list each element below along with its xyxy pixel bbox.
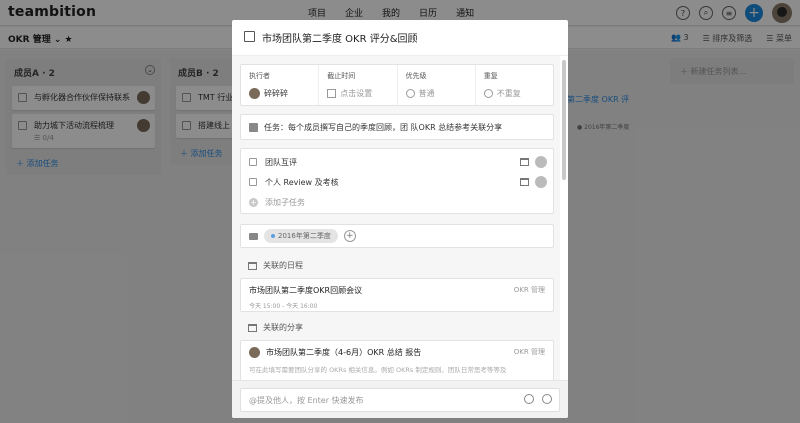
linked-event-card[interactable]: 市场团队第二季度OKR回顾会议 今天 15:00 - 今天 16:00 OKR … — [240, 278, 554, 312]
task-detail-modal: 市场团队第二季度 OKR 评分&回顾 执行者 碎碎碎 截止时间 点击设置 优先级… — [232, 20, 568, 418]
linked-share-card[interactable]: 市场团队第二季度（4-6月）OKR 总结 报告 可在此填写需要团队分享的 OKR… — [240, 340, 554, 380]
calendar-icon[interactable] — [520, 178, 529, 186]
priority-field[interactable]: 优先级 普通 — [398, 65, 476, 105]
calendar-icon[interactable] — [520, 158, 529, 166]
emoji-icon[interactable] — [542, 394, 552, 404]
linked-events-header: 关联的日程 — [248, 260, 303, 271]
share-snippet: 可在此填写需要团队分享的 OKRs 相关信息。例如 OKRs 制定规则、团队日常… — [249, 366, 507, 374]
tag-icon — [249, 232, 258, 240]
assignee-avatar[interactable] — [535, 156, 547, 168]
comment-input[interactable]: @提及他人，按 Enter 快速发布 — [240, 388, 560, 412]
subtask-checkbox[interactable] — [249, 178, 257, 186]
executor-label: 执行者 — [249, 72, 270, 80]
task-description[interactable]: 任务：每个成员撰写自己的季度回顾，团 队OKR 总结参考关联分享 — [240, 114, 554, 140]
share-source: OKR 管理 — [513, 348, 545, 356]
subtask-checkbox[interactable] — [249, 158, 257, 166]
share-title: 市场团队第二季度（4-6月）OKR 总结 报告 — [266, 348, 422, 357]
subtask-list: 团队互评 个人 Review 及考核 + 添加子任务 — [240, 148, 554, 214]
task-meta: 执行者 碎碎碎 截止时间 点击设置 优先级 普通 重复 不重复 — [240, 64, 554, 106]
add-subtask-button[interactable]: + 添加子任务 — [249, 193, 547, 211]
deadline-label: 截止时间 — [327, 72, 356, 80]
tag-dot — [271, 234, 275, 238]
comment-bar: @提及他人，按 Enter 快速发布 — [232, 380, 568, 418]
subtask-title: 团队互评 — [265, 157, 297, 167]
repeat-icon — [483, 89, 493, 98]
modal-scrollbar[interactable] — [562, 60, 566, 180]
priority-icon — [405, 89, 415, 98]
task-title[interactable]: 市场团队第二季度 OKR 评分&回顾 — [262, 30, 418, 45]
add-subtask-label: 添加子任务 — [265, 197, 305, 207]
executor-field[interactable]: 执行者 碎碎碎 — [241, 65, 320, 105]
deadline-value: 点击设置 — [340, 89, 373, 98]
modal-header: 市场团队第二季度 OKR 评分&回顾 — [232, 20, 568, 56]
priority-label: 优先级 — [405, 72, 427, 80]
event-time: 今天 15:00 - 今天 16:00 — [249, 303, 318, 310]
assignee-avatar[interactable] — [535, 176, 547, 188]
deadline-field[interactable]: 截止时间 点击设置 — [319, 65, 398, 105]
subtask-item[interactable]: 团队互评 — [249, 153, 547, 171]
tag-chip[interactable]: 2016年第二季度 — [264, 229, 338, 243]
executor-value: 碎碎碎 — [264, 89, 288, 98]
event-title: 市场团队第二季度OKR回顾会议 — [249, 286, 363, 295]
description-text: 任务：每个成员撰写自己的季度回顾，团 队OKR 总结参考关联分享 — [264, 122, 503, 132]
attachment-icon[interactable] — [524, 394, 534, 404]
plus-icon: + — [249, 197, 258, 207]
task-complete-checkbox[interactable] — [244, 31, 255, 42]
tag-bar: 2016年第二季度 + — [240, 224, 554, 248]
modal-body: 执行者 碎碎碎 截止时间 点击设置 优先级 普通 重复 不重复 任务：每个成员撰… — [232, 56, 560, 380]
repeat-field[interactable]: 重复 不重复 — [476, 65, 553, 105]
linked-shares-title: 关联的分享 — [263, 323, 303, 332]
priority-value: 普通 — [418, 89, 435, 98]
linked-shares-header: 关联的分享 — [248, 322, 303, 333]
share-icon — [248, 323, 257, 332]
subtask-title: 个人 Review 及考核 — [265, 177, 339, 187]
avatar — [249, 88, 260, 99]
avatar — [249, 347, 260, 358]
tag-text: 2016年第二季度 — [278, 232, 331, 240]
linked-events-title: 关联的日程 — [263, 261, 303, 270]
event-source: OKR 管理 — [513, 286, 545, 294]
subtask-item[interactable]: 个人 Review 及考核 — [249, 173, 547, 191]
document-icon — [249, 122, 258, 132]
repeat-value: 不重复 — [496, 89, 521, 98]
repeat-label: 重复 — [483, 72, 498, 80]
calendar-icon — [248, 261, 257, 270]
calendar-icon — [327, 89, 337, 98]
add-tag-button[interactable]: + — [343, 230, 356, 242]
